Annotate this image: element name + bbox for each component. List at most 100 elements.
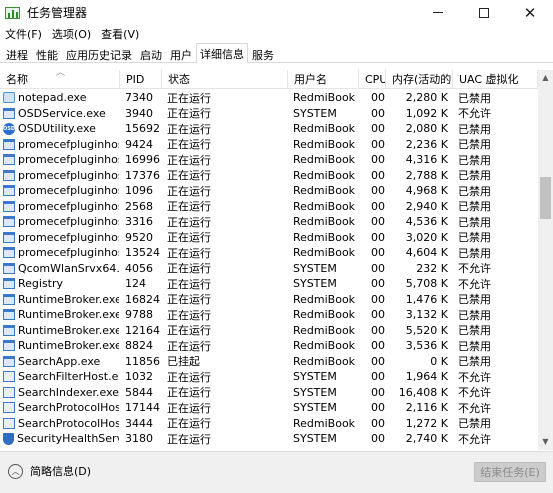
tab-startup[interactable]: 启动 [136, 44, 166, 62]
column-header-cpu[interactable]: CPU [359, 70, 386, 89]
scroll-up-icon[interactable]: ▲ [538, 70, 553, 86]
menu-options[interactable]: 选项(O) [47, 26, 96, 42]
process-user: RedmiBook [293, 230, 356, 244]
table-row[interactable]: promecefpluginhos... 13524 正在运行 RedmiBook 00… [0, 245, 538, 261]
search-icon [3, 417, 15, 429]
table-row[interactable]: promecefpluginhos... 9520 正在运行 RedmiBook 00 3… [0, 230, 538, 246]
process-pid: 17144 [125, 401, 160, 415]
process-memory: 2,280 K [405, 91, 448, 105]
table-body: notepad.exe 7340 正在运行 RedmiBook 00 2,280 K 已禁用… [0, 90, 538, 447]
process-memory: 4,968 K [405, 184, 448, 198]
close-button[interactable]: ✕ [507, 0, 553, 25]
table-row[interactable]: SearchApp.exe 11856 已挂起 RedmiBook 00 0 K 已禁用 [0, 354, 538, 370]
window-icon [3, 231, 15, 243]
tab-details[interactable]: 详细信息 [196, 43, 248, 63]
osd-icon: OSD [3, 122, 15, 135]
minimize-button[interactable] [415, 0, 461, 25]
process-name: SearchApp.exe [0, 355, 119, 368]
notepad-icon [3, 92, 15, 104]
table-row[interactable]: RuntimeBroker.exe 9788 正在运行 RedmiBook 00 3,13… [0, 307, 538, 323]
fewer-details-label: 简略信息(D) [30, 465, 92, 478]
fewer-details-button[interactable]: ︿ 简略信息(D) [8, 463, 91, 479]
table-row[interactable]: promecefpluginhos... 2568 正在运行 RedmiBook 00 2… [0, 199, 538, 215]
tab-app-history[interactable]: 应用历史记录 [62, 44, 136, 62]
table-row[interactable]: promecefpluginhos... 1096 正在运行 RedmiBook 00 4… [0, 183, 538, 199]
end-task-button[interactable]: 结束任务(E) [474, 462, 546, 482]
table-row[interactable]: RuntimeBroker.exe 8824 正在运行 RedmiBook 00 3,53… [0, 338, 538, 354]
minimize-icon [433, 12, 443, 13]
column-header-memory[interactable]: 内存(活动的... [386, 70, 453, 89]
tab-services[interactable]: 服务 [248, 44, 278, 62]
tab-performance[interactable]: 性能 [32, 44, 62, 62]
maximize-button[interactable] [461, 0, 507, 25]
process-pid: 1032 [125, 370, 153, 384]
process-pid: 124 [125, 277, 146, 291]
tab-users[interactable]: 用户 [166, 44, 196, 62]
process-uac: 已禁用 [458, 200, 491, 214]
process-cpu: 00 [371, 246, 385, 260]
table-row[interactable]: promecefpluginhos... 9424 正在运行 RedmiBook 00 2… [0, 137, 538, 153]
tab-processes[interactable]: 进程 [2, 44, 32, 62]
process-user: SYSTEM [293, 261, 337, 275]
process-uac: 不允许 [458, 401, 491, 415]
process-name: OSD OSDUtility.exe [0, 122, 119, 135]
process-status: 正在运行 [167, 107, 211, 121]
process-memory: 16,408 K [398, 385, 448, 399]
table-row[interactable]: SearchFilterHost.exe 1032 正在运行 SYSTEM 00 1,96… [0, 369, 538, 385]
process-cpu: 00 [371, 416, 385, 430]
process-memory: 1,272 K [405, 416, 448, 430]
process-name: RuntimeBroker.exe [0, 324, 119, 337]
table-row[interactable]: notepad.exe 7340 正在运行 RedmiBook 00 2,280 K 已禁用 [0, 90, 538, 106]
process-user: SYSTEM [293, 432, 337, 446]
process-name-text: promecefpluginhos... [18, 230, 119, 244]
process-name: promecefpluginhos... [0, 231, 119, 244]
process-status: 正在运行 [167, 339, 211, 353]
column-header-user[interactable]: 用户名 [288, 70, 359, 89]
table-row[interactable]: promecefpluginhos... 17376 正在运行 RedmiBook 00… [0, 168, 538, 184]
table-row[interactable]: RuntimeBroker.exe 12164 正在运行 RedmiBook 00 5,5… [0, 323, 538, 339]
table-row[interactable]: RuntimeBroker.exe 16824 正在运行 RedmiBook 00 1,4… [0, 292, 538, 308]
process-uac: 已禁用 [458, 246, 491, 260]
column-header-pid[interactable]: PID [120, 70, 162, 89]
process-name-text: RuntimeBroker.exe [18, 292, 119, 306]
process-pid: 9788 [125, 308, 153, 322]
process-name-text: SearchProtocolHost... [18, 416, 119, 430]
search-icon [3, 402, 15, 414]
process-uac: 已禁用 [458, 324, 491, 338]
menu-file[interactable]: 文件(F) [0, 26, 47, 42]
table-row[interactable]: promecefpluginhos... 16996 正在运行 RedmiBook 00… [0, 152, 538, 168]
column-header-name[interactable]: 名称 ︿ [0, 70, 120, 89]
table-row[interactable]: SearchProtocolHost... 17144 正在运行 SYSTEM 00 2,… [0, 400, 538, 416]
table-row[interactable]: QcomWlanSrvx64.e... 4056 正在运行 SYSTEM 00 232 K… [0, 261, 538, 277]
table-row[interactable]: SearchIndexer.exe 5844 正在运行 SYSTEM 00 16,408 … [0, 385, 538, 401]
process-cpu: 00 [371, 137, 385, 151]
scrollbar-thumb[interactable] [540, 177, 551, 219]
process-user: RedmiBook [293, 168, 356, 182]
process-name: promecefpluginhos... [0, 200, 119, 213]
process-status: 正在运行 [167, 200, 211, 214]
table-row[interactable]: SecurityHealthServi... 3180 正在运行 SYSTEM 00 2,… [0, 431, 538, 447]
window-icon [3, 340, 15, 352]
column-header-uac[interactable]: UAC 虚拟化 [453, 70, 538, 89]
menu-view[interactable]: 查看(V) [96, 26, 144, 42]
process-name: promecefpluginhos... [0, 169, 119, 182]
table-row[interactable]: promecefpluginhos... 3316 正在运行 RedmiBook 00 4… [0, 214, 538, 230]
process-memory: 2,116 K [405, 401, 448, 415]
window-icon [3, 309, 15, 321]
vertical-scrollbar[interactable]: ▲ ▼ [538, 70, 553, 450]
process-status: 正在运行 [167, 370, 211, 384]
process-cpu: 00 [371, 122, 385, 136]
process-uac: 已禁用 [458, 122, 491, 136]
table-row[interactable]: OSD OSDUtility.exe 15692 正在运行 RedmiBook 00 2,0… [0, 121, 538, 137]
process-name: promecefpluginhos... [0, 246, 119, 259]
process-pid: 3940 [125, 106, 153, 120]
scroll-down-icon[interactable]: ▼ [538, 434, 553, 450]
process-cpu: 00 [371, 385, 385, 399]
process-name-text: promecefpluginhos... [18, 246, 119, 260]
column-header-status[interactable]: 状态 [162, 70, 288, 89]
table-row[interactable]: SearchProtocolHost... 3444 正在运行 RedmiBook 00… [0, 416, 538, 432]
table-row[interactable]: OSDService.exe 3940 正在运行 SYSTEM 00 1,092 K 不允许 [0, 106, 538, 122]
table-row[interactable]: Registry 124 正在运行 SYSTEM 00 5,708 K 不允许 [0, 276, 538, 292]
search-icon [3, 371, 15, 383]
process-name: promecefpluginhos... [0, 184, 119, 197]
